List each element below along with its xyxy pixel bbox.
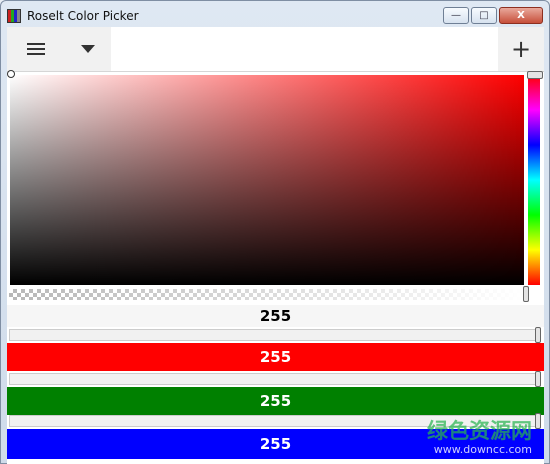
menu-button[interactable] [7,27,65,71]
alpha-slider[interactable] [9,289,525,300]
red-value: 255 [259,348,292,366]
toolbar: + [7,27,544,72]
app-icon [7,9,21,23]
blue-slider-track[interactable] [9,415,541,427]
alpha-value-text: 255 [259,307,292,325]
close-button[interactable]: X [499,7,543,24]
saturation-value-field[interactable] [10,75,524,285]
blue-value: 255 [259,435,292,453]
green-value: 255 [259,392,292,410]
window-client-area: + 255 255 255 255 绿色资源网 www.downcc.com [7,27,544,464]
add-button[interactable]: + [498,27,544,71]
window-title: Roselt Color Picker [27,9,139,23]
green-channel-bar[interactable]: 255 [7,387,544,415]
green-slider-thumb[interactable] [535,371,541,387]
app-window: Roselt Color Picker — □ X + 255 255 255 … [0,0,550,464]
red-slider-thumb[interactable] [535,327,541,343]
blue-channel-bar[interactable]: 255 [7,429,544,459]
hamburger-icon [27,40,45,58]
window-controls: — □ X [443,7,543,24]
window-titlebar[interactable]: Roselt Color Picker — □ X [1,1,549,27]
red-slider-track[interactable] [9,329,541,341]
alpha-value-display[interactable]: 255 [7,305,544,327]
hue-slider-handle[interactable] [527,71,543,79]
alpha-slider-handle[interactable] [523,286,529,302]
caret-down-icon [81,45,95,53]
hue-slider[interactable] [528,75,540,285]
green-slider-track[interactable] [9,373,541,385]
dropdown-button[interactable] [65,27,111,71]
saturation-value-handle[interactable] [7,70,15,78]
red-channel-bar[interactable]: 255 [7,343,544,371]
maximize-button[interactable]: □ [471,7,497,24]
plus-icon: + [510,35,532,63]
minimize-button[interactable]: — [443,7,469,24]
blue-slider-thumb[interactable] [535,413,541,429]
